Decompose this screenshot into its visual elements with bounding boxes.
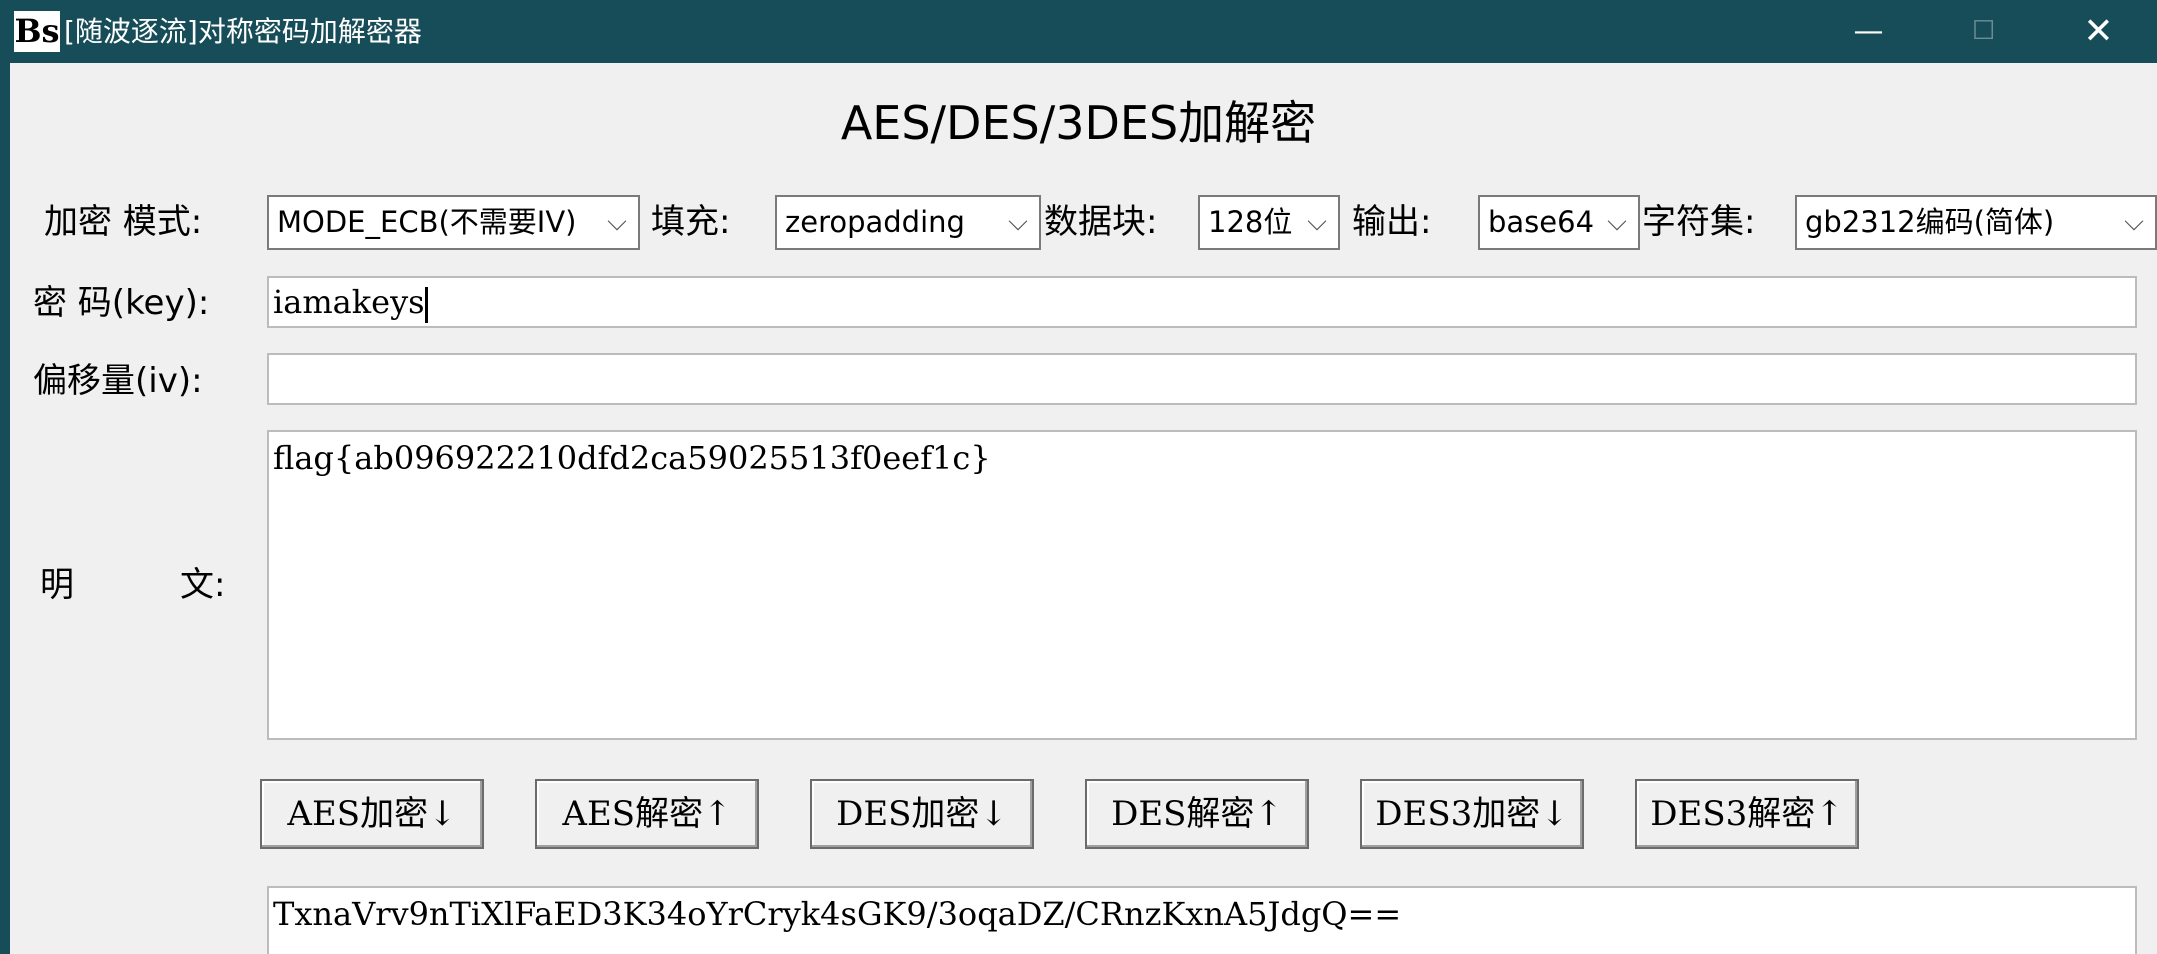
iv-label: 偏移量(iv):: [33, 361, 203, 401]
block-size-select-value: 128位: [1208, 205, 1293, 239]
chevron-down-icon: ⌵: [1307, 207, 1327, 237]
plaintext-label-right: 文:: [180, 565, 226, 605]
plaintext-area[interactable]: flag{ab096922210dfd2ca59025513f0eef1c}: [267, 430, 2137, 740]
block-label: 数据块:: [1044, 202, 1158, 242]
output-select[interactable]: base64 ⌵: [1478, 195, 1640, 250]
minimize-button[interactable]: —: [1811, 0, 1926, 63]
des-decrypt-button[interactable]: DES解密↑: [1085, 779, 1309, 849]
key-input[interactable]: iamakeys: [267, 276, 2137, 328]
plaintext-value: flag{ab096922210dfd2ca59025513f0eef1c}: [273, 439, 991, 477]
page-title: AES/DES/3DES加解密: [840, 96, 1317, 150]
title-bar: Bs [随波逐流]对称密码加解密器 — ☐ ✕: [0, 0, 2157, 63]
padding-select-value: zeropadding: [785, 205, 965, 239]
chevron-down-icon: ⌵: [1607, 207, 1627, 237]
maximize-button[interactable]: ☐: [1926, 0, 2041, 63]
des3-encrypt-button[interactable]: DES3加密↓: [1360, 779, 1584, 849]
plaintext-label-left: 明: [40, 565, 74, 605]
aes-decrypt-button[interactable]: AES解密↑: [535, 779, 759, 849]
close-button[interactable]: ✕: [2041, 0, 2156, 63]
aes-encrypt-button[interactable]: AES加密↓: [260, 779, 484, 849]
charset-select-value: gb2312编码(简体): [1805, 205, 2055, 239]
window-title: [随波逐流]对称密码加解密器: [64, 15, 422, 48]
ciphertext-area[interactable]: TxnaVrv9nTiXlFaED3K34oYrCryk4sGK9/3oqaDZ…: [267, 886, 2137, 954]
block-size-select[interactable]: 128位 ⌵: [1198, 195, 1340, 250]
charset-label: 字符集:: [1642, 202, 1756, 242]
des-encrypt-button[interactable]: DES加密↓: [810, 779, 1034, 849]
chevron-down-icon: ⌵: [1008, 207, 1028, 237]
padding-select[interactable]: zeropadding ⌵: [775, 195, 1041, 250]
output-select-value: base64: [1488, 205, 1595, 239]
mode-label: 加密 模式:: [44, 202, 203, 242]
iv-input[interactable]: [267, 353, 2137, 405]
app-icon: Bs: [14, 11, 60, 52]
des3-decrypt-button[interactable]: DES3解密↑: [1635, 779, 1859, 849]
mode-select-value: MODE_ECB(不需要IV): [277, 205, 577, 239]
window-left-border: [0, 63, 10, 954]
key-input-value: iamakeys: [273, 283, 425, 321]
chevron-down-icon: ⌵: [2124, 207, 2144, 237]
mode-select[interactable]: MODE_ECB(不需要IV) ⌵: [267, 195, 640, 250]
ciphertext-value: TxnaVrv9nTiXlFaED3K34oYrCryk4sGK9/3oqaDZ…: [273, 895, 1402, 933]
text-caret: [424, 286, 428, 323]
output-label: 输出:: [1352, 202, 1432, 242]
chevron-down-icon: ⌵: [607, 207, 627, 237]
key-label: 密 码(key):: [33, 283, 210, 323]
padding-label: 填充:: [651, 202, 731, 242]
charset-select[interactable]: gb2312编码(简体) ⌵: [1795, 195, 2157, 250]
